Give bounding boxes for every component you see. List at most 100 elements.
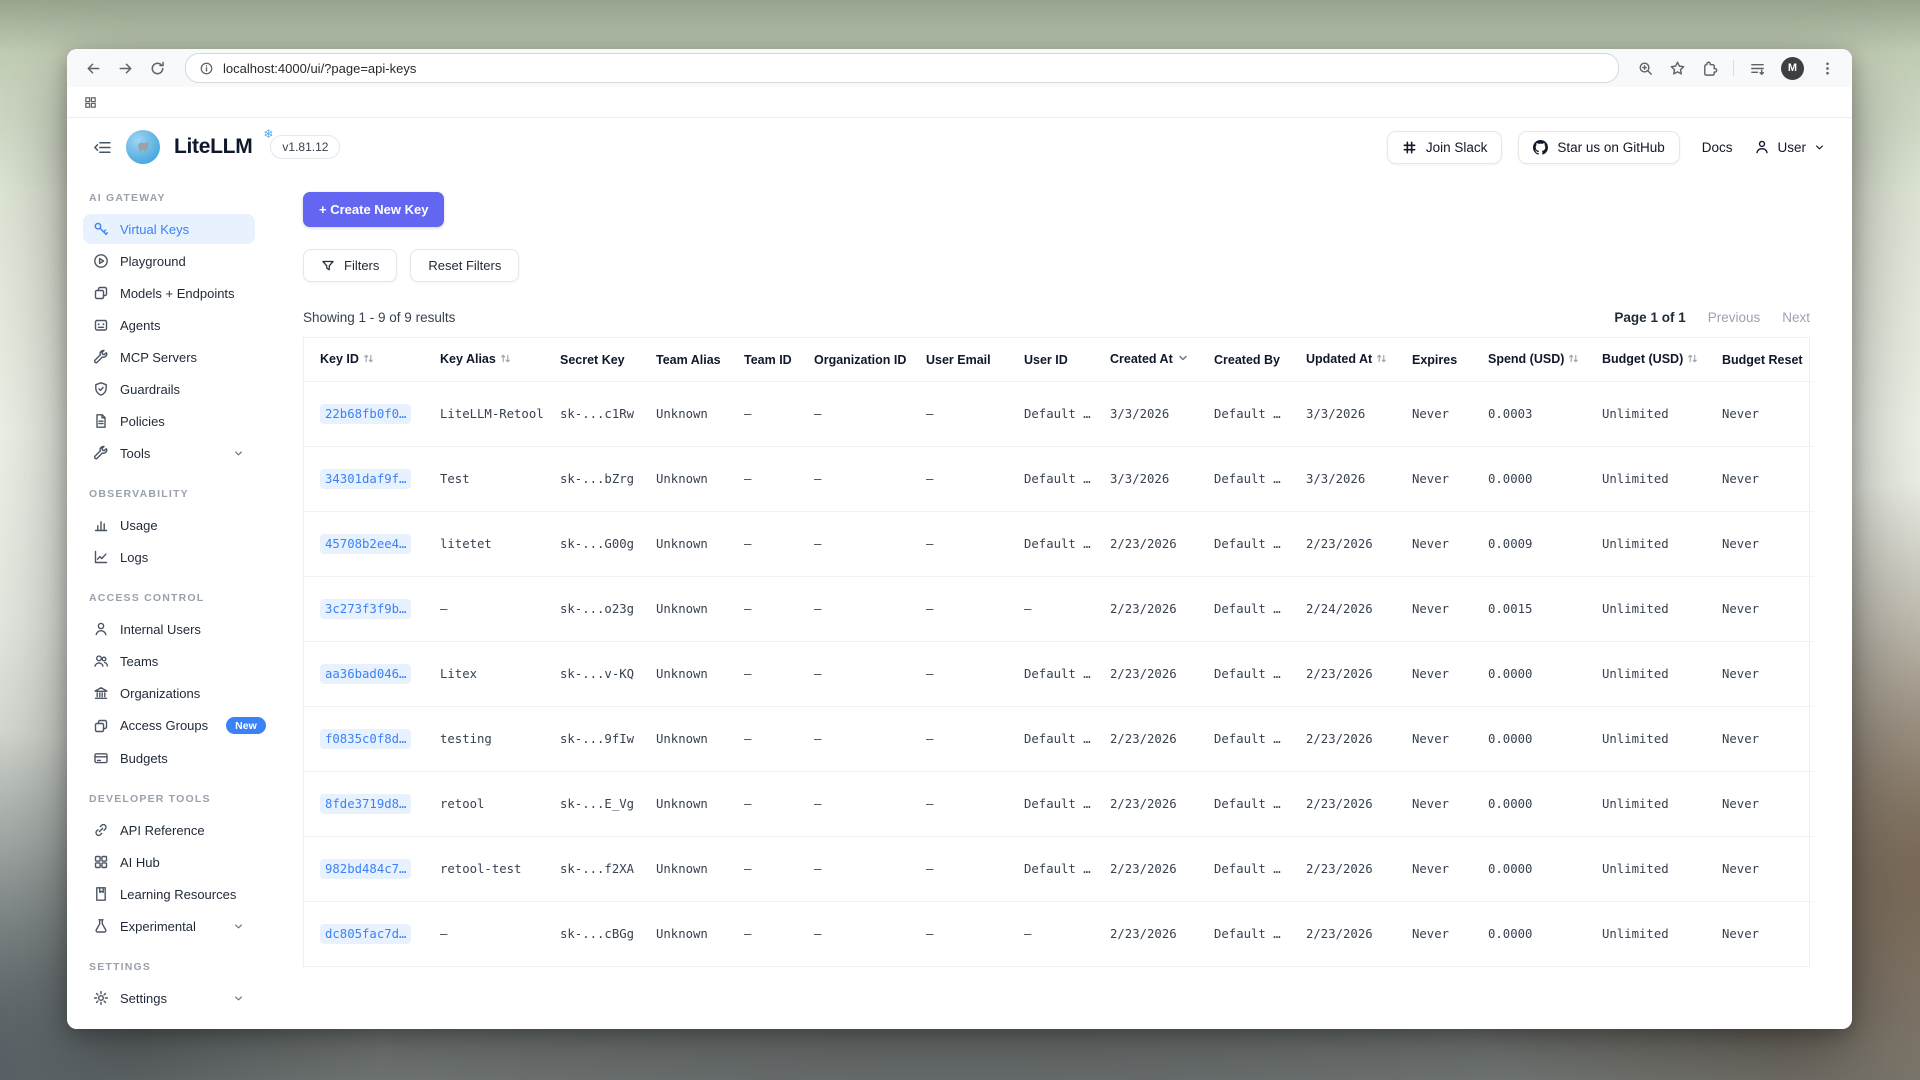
sidebar-item-models-endpoints[interactable]: Models + Endpoints [83,278,255,308]
key-id-link[interactable]: 22b68fb0f0… [320,404,411,424]
forward-icon[interactable] [111,54,139,82]
user-menu[interactable]: User [1754,139,1826,155]
sidebar-item-agents[interactable]: Agents [83,310,255,340]
column-header-user-id[interactable]: User ID [1016,338,1102,382]
cell-spend-usd: 0.0000 [1480,707,1594,772]
sidebar-item-learning-resources[interactable]: Learning Resources [83,879,255,909]
cell-organization-id: – [806,447,918,512]
sidebar-item-label: Tools [120,446,150,461]
previous-button[interactable]: Previous [1708,310,1761,325]
sidebar-section-label: OBSERVABILITY [89,488,249,500]
filters-button[interactable]: Filters [303,249,397,282]
sidebar-item-logs[interactable]: Logs [83,542,255,572]
cell-budget-usd: Unlimited [1594,577,1714,642]
column-header-created-by[interactable]: Created By [1206,338,1298,382]
column-header-user-email[interactable]: User Email [918,338,1016,382]
sidebar-item-guardrails[interactable]: Guardrails [83,374,255,404]
sidebar-item-tools[interactable]: Tools [83,438,255,468]
results-row: Showing 1 - 9 of 9 results Page 1 of 1 P… [303,310,1810,325]
column-header-budget-usd[interactable]: Budget (USD) [1594,338,1714,382]
cell-user-email: – [918,382,1016,447]
sidebar-item-mcp-servers[interactable]: MCP Servers [83,342,255,372]
bookmark-star-icon[interactable] [1669,60,1686,77]
cell-user-id: Default … [1016,512,1102,577]
column-header-organization-id[interactable]: Organization ID [806,338,918,382]
reading-list-icon[interactable] [1749,60,1766,77]
key-id-cell: 3c273f3f9b… [304,577,432,642]
reload-icon[interactable] [143,54,171,82]
sidebar-item-access-groups[interactable]: Access GroupsNew [83,710,255,741]
key-id-link[interactable]: aa36bad046… [320,664,411,684]
browser-profile-avatar[interactable]: M [1781,57,1804,80]
header-actions: Join Slack Star us on GitHub Docs User [1387,131,1826,164]
sidebar-item-label: Teams [120,654,158,669]
cell-team-id: – [736,642,806,707]
reset-filters-button[interactable]: Reset Filters [410,249,519,282]
sidebar-item-internal-users[interactable]: Internal Users [83,614,255,644]
column-header-spend-usd[interactable]: Spend (USD) [1480,338,1594,382]
sidebar-item-settings[interactable]: Settings [83,983,255,1013]
sidebar-item-virtual-keys[interactable]: Virtual Keys [83,214,255,244]
cell-budget-reset: Never [1714,707,1814,772]
sidebar-item-playground[interactable]: Playground [83,246,255,276]
column-header-created-at[interactable]: Created At [1102,338,1206,382]
key-id-link[interactable]: f0835c0f8d… [320,729,411,749]
sidebar-toggle-icon[interactable] [93,138,112,157]
join-slack-button[interactable]: Join Slack [1387,131,1503,164]
docs-link[interactable]: Docs [1702,140,1733,155]
sidebar-item-usage[interactable]: Usage [83,510,255,540]
back-icon[interactable] [79,54,107,82]
key-id-link[interactable]: 3c273f3f9b… [320,599,411,619]
cell-created-by: Default … [1206,707,1298,772]
cell-created-at: 3/3/2026 [1102,382,1206,447]
column-header-budget-reset[interactable]: Budget Reset [1714,338,1814,382]
apps-grid-icon[interactable] [83,95,98,110]
sidebar-item-policies[interactable]: Policies [83,406,255,436]
cell-user-id: Default … [1016,772,1102,837]
key-id-link[interactable]: 45708b2ee4… [320,534,411,554]
next-button[interactable]: Next [1782,310,1810,325]
url-text[interactable]: localhost:4000/ui/?page=api-keys [223,61,416,76]
gear-icon [93,990,109,1006]
column-header-updated-at[interactable]: Updated At [1298,338,1404,382]
create-new-key-button[interactable]: + Create New Key [303,192,444,227]
sidebar-item-budgets[interactable]: Budgets [83,743,255,773]
star-github-button[interactable]: Star us on GitHub [1518,131,1679,164]
column-header-team-id[interactable]: Team ID [736,338,806,382]
cell-secret-key: sk-...E_Vg [552,772,648,837]
cell-user-id: Default … [1016,707,1102,772]
site-info-icon[interactable] [199,61,214,76]
sidebar-item-ai-hub[interactable]: AI Hub [83,847,255,877]
cell-created-at: 2/23/2026 [1102,902,1206,967]
cell-updated-at: 2/23/2026 [1298,642,1404,707]
sidebar-item-label: Experimental [120,919,196,934]
cell-organization-id: – [806,837,918,902]
cell-budget-reset: Never [1714,382,1814,447]
sort-chevron-down-icon [1177,352,1189,367]
sidebar-item-organizations[interactable]: Organizations [83,678,255,708]
column-header-secret-key[interactable]: Secret Key [552,338,648,382]
column-header-key-alias[interactable]: Key Alias [432,338,552,382]
sidebar-item-experimental[interactable]: Experimental [83,911,255,941]
browser-menu-icon[interactable] [1819,60,1836,77]
bookmarks-bar [67,87,1852,118]
key-id-link[interactable]: 34301daf9f… [320,469,411,489]
cell-organization-id: – [806,642,918,707]
address-bar[interactable]: localhost:4000/ui/?page=api-keys [185,53,1619,83]
key-id-cell: 45708b2ee4… [304,512,432,577]
column-header-expires[interactable]: Expires [1404,338,1480,382]
key-id-link[interactable]: dc805fac7d… [320,924,411,944]
key-id-link[interactable]: 8fde3719d8… [320,794,411,814]
app-header: LiteLLM ❄ v1.81.12 Join Slack Star us on… [67,118,1852,176]
extensions-icon[interactable] [1701,60,1718,77]
cell-secret-key: sk-...o23g [552,577,648,642]
column-header-key-id[interactable]: Key ID [304,338,432,382]
column-header-team-alias[interactable]: Team Alias [648,338,736,382]
sidebar-item-api-reference[interactable]: API Reference [83,815,255,845]
sidebar-item-teams[interactable]: Teams [83,646,255,676]
zoom-icon[interactable] [1637,60,1654,77]
key-id-link[interactable]: 982bd484c7… [320,859,411,879]
cell-team-id: – [736,382,806,447]
sidebar-section-label: DEVELOPER TOOLS [89,793,249,805]
litellm-app: LiteLLM ❄ v1.81.12 Join Slack Star us on… [67,118,1852,1029]
